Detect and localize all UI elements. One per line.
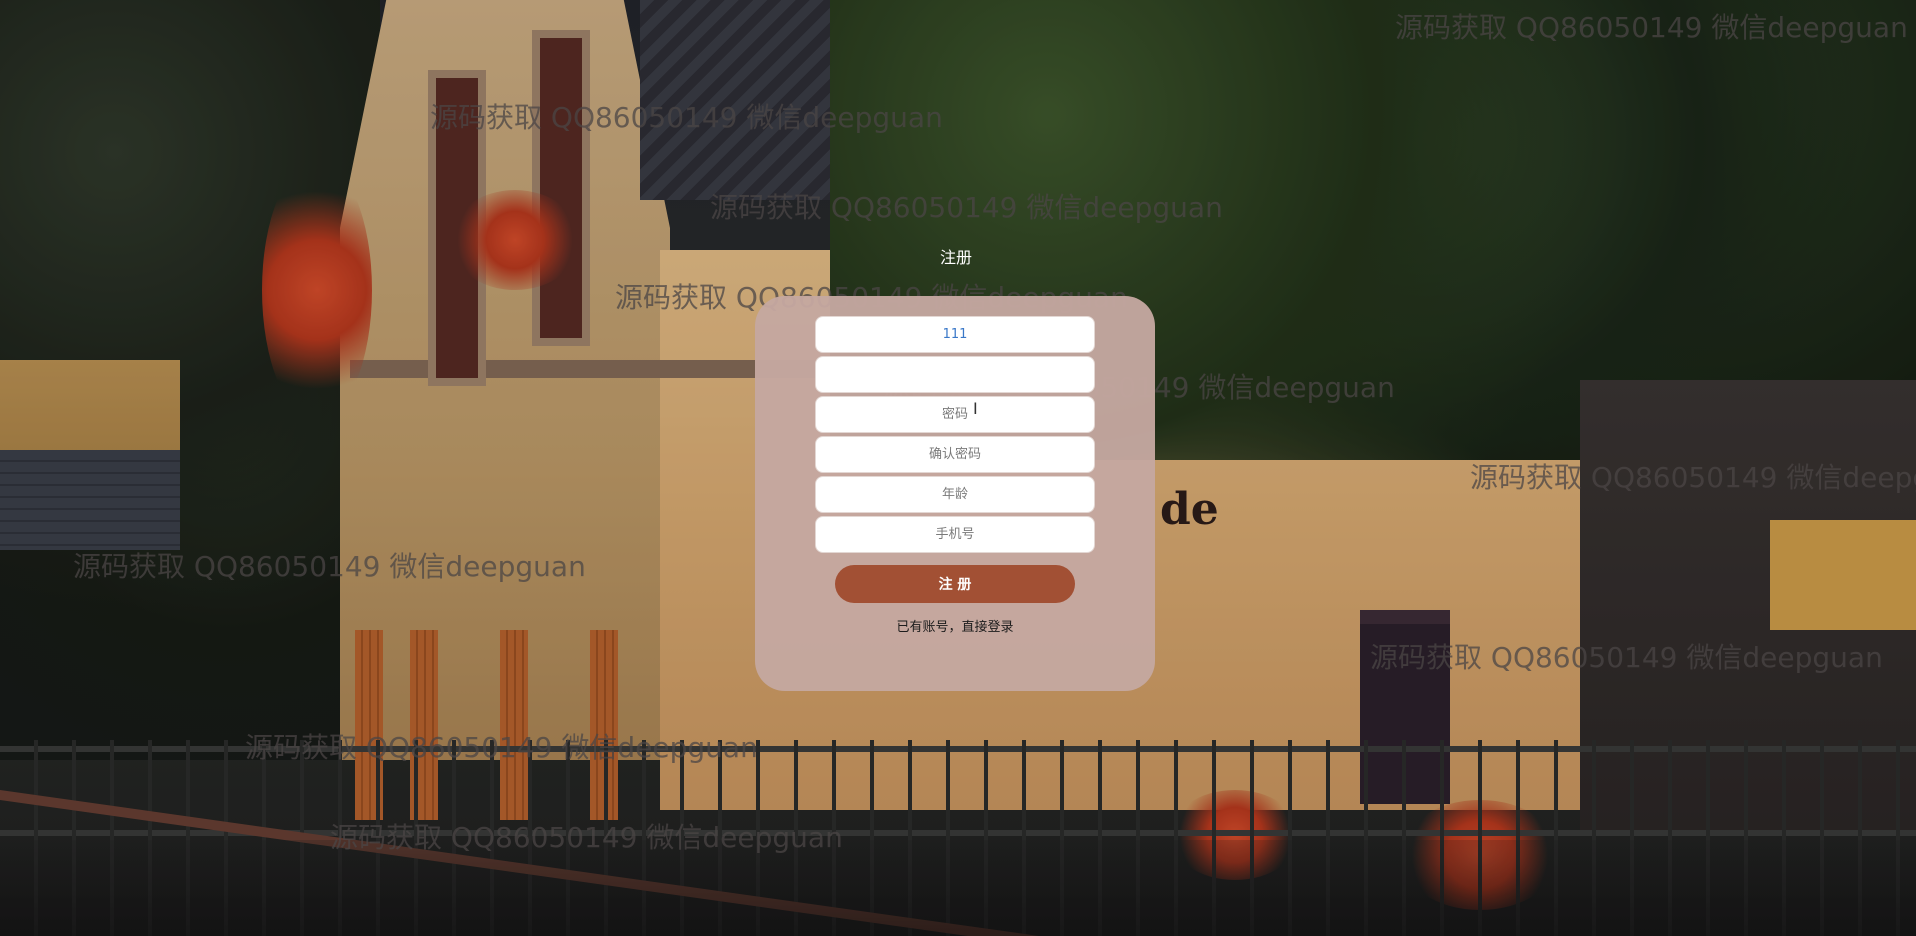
- login-link[interactable]: 已有账号，直接登录: [755, 616, 1155, 635]
- age-input[interactable]: [815, 476, 1095, 513]
- username-input[interactable]: [815, 316, 1095, 353]
- name-input[interactable]: [815, 356, 1095, 393]
- text-cursor-icon: I: [973, 399, 978, 418]
- password-input[interactable]: [815, 396, 1095, 433]
- page-title: 注册: [939, 248, 972, 267]
- phone-input[interactable]: [815, 516, 1095, 553]
- register-button[interactable]: 注 册: [835, 565, 1075, 603]
- confirm-password-input[interactable]: [815, 436, 1095, 473]
- register-form: 注 册 已有账号，直接登录: [755, 296, 1155, 691]
